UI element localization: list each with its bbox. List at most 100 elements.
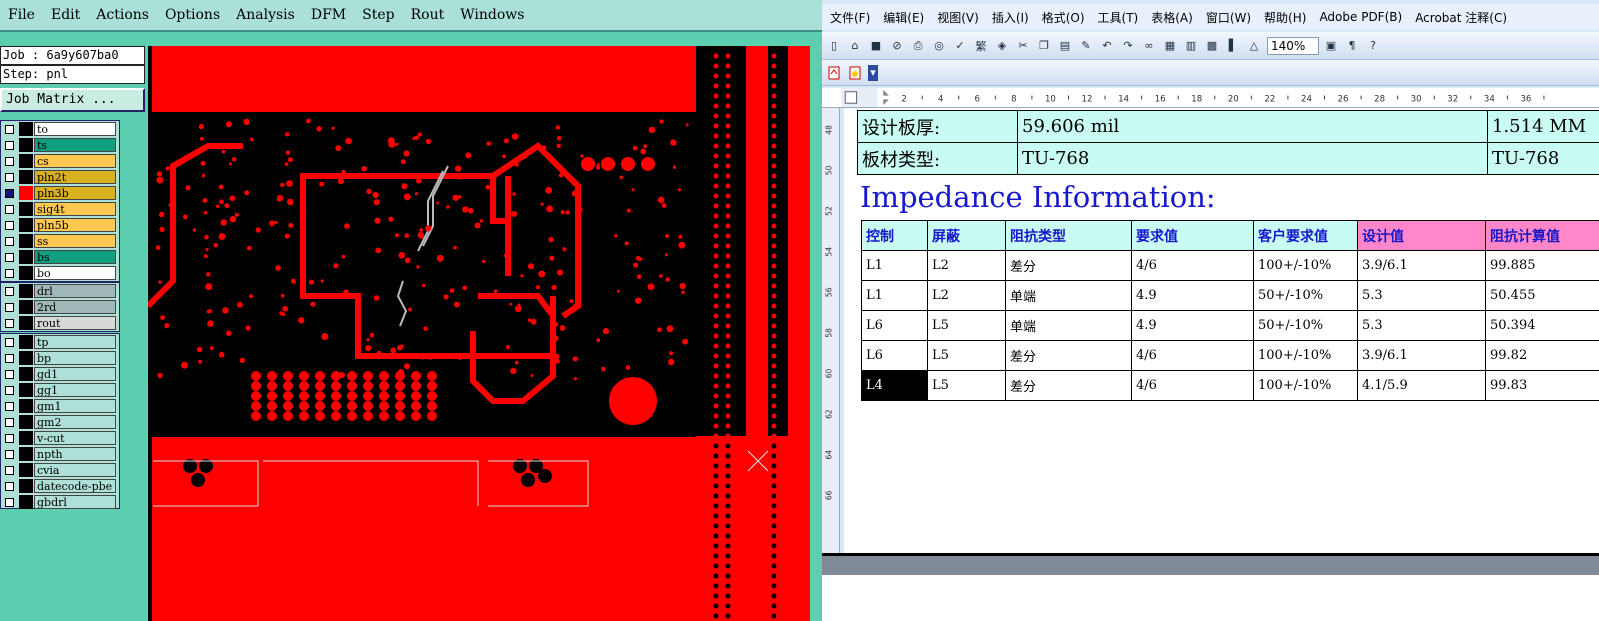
- layer-row-gg1[interactable]: gg1: [1, 382, 119, 398]
- impedance-cell[interactable]: 3.9/6.1: [1357, 250, 1486, 281]
- word-menu-item[interactable]: 帮助(H): [1264, 9, 1306, 26]
- cam-menu-step[interactable]: Step: [362, 7, 394, 23]
- help-icon[interactable]: ?: [1365, 38, 1381, 54]
- impedance-cell[interactable]: 差分: [1005, 340, 1132, 371]
- cam-menu-rout[interactable]: Rout: [411, 7, 445, 23]
- impedance-cell[interactable]: L6: [861, 340, 928, 371]
- layer-row-gbdrl[interactable]: gbdrl: [1, 494, 119, 510]
- hyperlink-icon[interactable]: ∞: [1141, 38, 1157, 54]
- impedance-cell[interactable]: 100+/-10%: [1253, 250, 1358, 281]
- job-matrix-button[interactable]: Job Matrix ...: [0, 88, 145, 112]
- layer-row-cs[interactable]: cs: [1, 153, 119, 169]
- layer-checkbox[interactable]: [5, 188, 14, 198]
- word-menu-item[interactable]: Acrobat 注释(C): [1415, 9, 1507, 26]
- traditional-chinese-icon[interactable]: 繁: [973, 38, 989, 54]
- impedance-cell[interactable]: 4/6: [1131, 340, 1254, 371]
- impedance-cell[interactable]: 单端: [1005, 310, 1132, 341]
- layer-checkbox[interactable]: [5, 318, 14, 328]
- word-menu-item[interactable]: 工具(T): [1098, 9, 1139, 26]
- layer-row-pln3b[interactable]: pln3b: [1, 185, 119, 201]
- info-cell[interactable]: 1.514 MM: [1487, 110, 1599, 143]
- layer-row-to[interactable]: to: [1, 121, 119, 137]
- info-cell[interactable]: 设计板厚:: [857, 110, 1018, 143]
- impedance-cell[interactable]: 50.455: [1485, 280, 1599, 311]
- layer-row-drl[interactable]: drl: [1, 283, 119, 299]
- layer-checkbox[interactable]: [5, 236, 14, 246]
- indent-marker-icon[interactable]: [883, 89, 889, 106]
- layer-checkbox[interactable]: [5, 369, 14, 379]
- undo-icon[interactable]: ↶: [1099, 38, 1115, 54]
- pdf-email-icon[interactable]: [847, 65, 863, 81]
- layer-checkbox[interactable]: [5, 433, 14, 443]
- layer-row-tp[interactable]: tp: [1, 334, 119, 350]
- layer-row-bp[interactable]: bp: [1, 350, 119, 366]
- word-menu-item[interactable]: 视图(V): [937, 9, 979, 26]
- document-page[interactable]: 设计板厚: 59.606 mil 1.514 MM 板材类型: TU-768 TU-768…: [844, 108, 1599, 553]
- layer-checkbox[interactable]: [5, 156, 14, 166]
- word-menu-item[interactable]: Adobe PDF(B): [1319, 10, 1402, 24]
- pdf-convert-icon[interactable]: [826, 65, 842, 81]
- impedance-cell[interactable]: 4/6: [1131, 250, 1254, 281]
- layer-checkbox[interactable]: [5, 401, 14, 411]
- tab-stop-icon[interactable]: [844, 91, 858, 104]
- info-cell[interactable]: 59.606 mil: [1017, 110, 1488, 143]
- impedance-header-cell[interactable]: 客户要求值: [1253, 220, 1358, 251]
- columns-icon[interactable]: ▌: [1225, 38, 1241, 54]
- impedance-cell[interactable]: 4.1/5.9: [1357, 370, 1486, 401]
- layer-checkbox[interactable]: [5, 220, 14, 230]
- layer-checkbox[interactable]: [5, 417, 14, 427]
- impedance-cell[interactable]: L1: [861, 280, 928, 311]
- impedance-cell[interactable]: 差分: [1005, 250, 1132, 281]
- layer-checkbox[interactable]: [5, 252, 14, 262]
- show-hide-icon[interactable]: ¶: [1344, 38, 1360, 54]
- permission-icon[interactable]: ⊘: [889, 38, 905, 54]
- layer-checkbox[interactable]: [5, 124, 14, 134]
- impedance-cell[interactable]: 100+/-10%: [1253, 340, 1358, 371]
- impedance-cell[interactable]: L4: [861, 370, 928, 401]
- impedance-header-cell[interactable]: 控制: [861, 220, 928, 251]
- info-cell[interactable]: TU-768: [1487, 142, 1599, 175]
- impedance-cell[interactable]: 4.9: [1131, 310, 1254, 341]
- layer-checkbox[interactable]: [5, 385, 14, 395]
- impedance-cell[interactable]: 99.83: [1485, 370, 1599, 401]
- layer-checkbox[interactable]: [5, 302, 14, 312]
- layer-row-sig4t[interactable]: sig4t: [1, 201, 119, 217]
- redo-icon[interactable]: ↷: [1120, 38, 1136, 54]
- layer-checkbox[interactable]: [5, 268, 14, 278]
- layer-row-rout[interactable]: rout: [1, 315, 119, 331]
- layer-checkbox[interactable]: [5, 172, 14, 182]
- info-cell[interactable]: 板材类型:: [857, 142, 1018, 175]
- word-menu-item[interactable]: 表格(A): [1151, 9, 1193, 26]
- impedance-cell[interactable]: 99.885: [1485, 250, 1599, 281]
- impedance-cell[interactable]: L6: [861, 310, 928, 341]
- impedance-cell[interactable]: 差分: [1005, 370, 1132, 401]
- layer-row-2rd[interactable]: 2rd: [1, 299, 119, 315]
- layer-row-cvia[interactable]: cvia: [1, 462, 119, 478]
- impedance-cell[interactable]: 5.3: [1357, 280, 1486, 311]
- layer-row-gm1[interactable]: gm1: [1, 398, 119, 414]
- print-preview-icon[interactable]: ◎: [931, 38, 947, 54]
- copy-icon[interactable]: ❐: [1036, 38, 1052, 54]
- cut-icon[interactable]: ✂: [1015, 38, 1031, 54]
- layer-row-bs[interactable]: bs: [1, 249, 119, 265]
- cam-menu-actions[interactable]: Actions: [96, 7, 149, 23]
- layer-row-bo[interactable]: bo: [1, 265, 119, 281]
- word-menu-item[interactable]: 窗口(W): [1206, 9, 1251, 26]
- layer-row-gm2[interactable]: gm2: [1, 414, 119, 430]
- pcb-graphic-canvas[interactable]: [148, 46, 810, 621]
- layer-checkbox[interactable]: [5, 497, 14, 507]
- impedance-cell[interactable]: 4.9: [1131, 280, 1254, 311]
- impedance-header-cell[interactable]: 要求值: [1131, 220, 1254, 251]
- insert-excel-icon[interactable]: ▩: [1204, 38, 1220, 54]
- cam-menu-analysis[interactable]: Analysis: [236, 7, 295, 23]
- impedance-cell[interactable]: 3.9/6.1: [1357, 340, 1486, 371]
- impedance-header-cell[interactable]: 设计值: [1357, 220, 1486, 251]
- cam-menu-dfm[interactable]: DFM: [311, 7, 346, 23]
- impedance-header-cell[interactable]: 阻抗计算值: [1485, 220, 1599, 251]
- layer-checkbox[interactable]: [5, 481, 14, 491]
- cam-menu-options[interactable]: Options: [165, 7, 220, 23]
- impedance-cell[interactable]: 4/6: [1131, 370, 1254, 401]
- layer-checkbox[interactable]: [5, 140, 14, 150]
- layer-row-gd1[interactable]: gd1: [1, 366, 119, 382]
- impedance-cell[interactable]: L5: [927, 370, 1006, 401]
